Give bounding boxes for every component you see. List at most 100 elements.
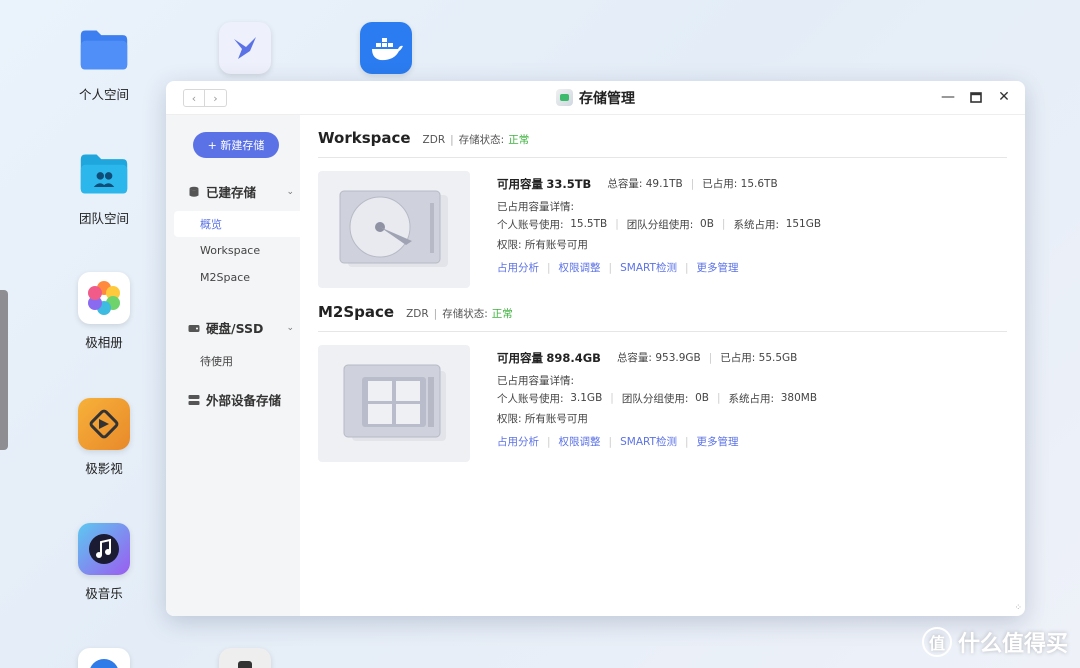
resize-handle-icon[interactable]: ⁘ — [1014, 603, 1022, 613]
team-label: 团队分组使用: — [621, 392, 689, 405]
desktop-icon-label: 个人空间 — [78, 87, 129, 102]
permission-adjust-link[interactable]: 权限调整 — [559, 434, 601, 449]
permission-row: 权限: 所有账号可用 — [497, 233, 821, 256]
window-controls: — ✕ — [941, 89, 1011, 105]
desktop-icon-personal-space[interactable]: 个人空间 — [64, 24, 144, 103]
desktop-icon-music[interactable]: 极音乐 — [64, 523, 144, 602]
chevron-down-icon: ⌄ — [286, 322, 294, 333]
personal-value: 15.5TB — [570, 218, 608, 230]
database-icon — [188, 186, 200, 198]
sidebar-item-unused[interactable]: 待使用 — [200, 353, 233, 369]
watermark-text: 什么值得买 — [957, 632, 1068, 657]
sidebar-group-external[interactable]: 外部设备存储 — [188, 390, 298, 409]
permission-label: 权限: — [497, 413, 522, 425]
volume-actions: 占用分析 | 权限调整 | SMART检测 | 更多管理 — [497, 260, 739, 275]
chevron-down-icon: ⌄ — [286, 186, 294, 197]
volume-info: 可用容量 33.5TB 总容量: 49.1TB | 已占用: 15.6TB 已占… — [497, 172, 821, 279]
team-label: 团队分组使用: — [626, 218, 694, 231]
new-storage-button[interactable]: + 新建存储 — [193, 132, 279, 158]
storage-manager-window: ‹ › 存储管理 — ✕ + 新建存储 已建存储 ⌄ 概览 Workspace … — [166, 81, 1025, 616]
desktop-scrollbar[interactable] — [0, 290, 8, 450]
desktop-icon-bird[interactable] — [205, 22, 285, 74]
more-manage-link[interactable]: 更多管理 — [697, 260, 739, 275]
storage-app-icon — [556, 89, 573, 106]
docker-icon — [360, 22, 412, 74]
globe-icon — [78, 648, 130, 668]
usage-detail-row: 个人账号使用: 15.5TB | 团队分组使用: 0B | 系统占用: 151G… — [497, 218, 822, 231]
detail-label: 已占用容量详情: — [497, 374, 575, 387]
avatar-icon — [219, 648, 271, 668]
permission-adjust-link[interactable]: 权限调整 — [559, 260, 601, 275]
permission-value: 所有账号可用 — [524, 239, 588, 251]
raid-type: ZDR — [406, 308, 429, 320]
window-title-text: 存储管理 — [579, 90, 635, 107]
desktop-icon-label: 极影视 — [85, 461, 123, 476]
external-storage-icon — [188, 394, 200, 406]
desktop-icon-video[interactable]: 极影视 — [64, 398, 144, 477]
volume-name: M2Space — [318, 303, 395, 321]
team-value: 0B — [695, 392, 709, 404]
available-label: 可用容量 — [497, 176, 543, 191]
usage-analysis-link[interactable]: 占用分析 — [497, 434, 539, 449]
volume-card-m2space: M2Space ZDR | 存储状态: 正常 可用容量 898.4GB 总容量:… — [318, 303, 1007, 475]
desktop-icon-label: 极音乐 — [85, 586, 123, 601]
more-manage-link[interactable]: 更多管理 — [697, 434, 739, 449]
status-label: 存储状态: — [458, 134, 505, 146]
detail-label: 已占用容量详情: — [497, 200, 575, 213]
permission-label: 权限: — [497, 239, 522, 251]
desktop-icon-team-space[interactable]: 团队空间 — [64, 148, 144, 227]
system-label: 系统占用: — [728, 392, 775, 405]
personal-value: 3.1GB — [570, 392, 603, 404]
main-content: Workspace ZDR | 存储状态: 正常 可用容量 33.5TB 总容量… — [300, 115, 1025, 616]
used-label: 已占用: — [720, 352, 756, 364]
sidebar-group-built-storage[interactable]: 已建存储 ⌄ — [188, 182, 298, 201]
ssd-icon — [318, 345, 470, 462]
back-button[interactable]: ‹ — [183, 89, 205, 107]
available-value: 33.5TB — [546, 176, 592, 191]
close-icon[interactable]: ✕ — [997, 89, 1011, 105]
desktop-icon-avatar[interactable] — [205, 648, 285, 668]
system-label: 系统占用: — [733, 218, 779, 231]
total-label: 总容量: — [616, 352, 652, 364]
status-label: 存储状态: — [442, 308, 488, 320]
desktop-icon-docker[interactable] — [346, 22, 426, 74]
desktop-icon-label: 团队空间 — [78, 211, 129, 226]
disk-icon — [188, 322, 200, 334]
smart-check-link[interactable]: SMART检测 — [620, 434, 677, 449]
volume-name: Workspace — [318, 129, 411, 147]
video-icon — [78, 398, 130, 450]
smart-check-link[interactable]: SMART检测 — [620, 260, 677, 275]
usage-analysis-link[interactable]: 占用分析 — [497, 260, 539, 275]
title-bar: ‹ › 存储管理 — ✕ — [166, 81, 1025, 115]
sidebar-item-overview[interactable]: 概览 — [174, 211, 300, 237]
volume-header: Workspace ZDR | 存储状态: 正常 — [318, 129, 1007, 158]
smzdm-logo-icon: 值 — [921, 627, 952, 657]
used-value: 15.6TB — [740, 177, 778, 190]
volume-actions: 占用分析 | 权限调整 | SMART检测 | 更多管理 — [497, 434, 739, 449]
maximize-icon[interactable] — [969, 89, 983, 105]
minimize-icon[interactable]: — — [941, 89, 955, 105]
permission-row: 权限: 所有账号可用 — [497, 407, 817, 430]
total-value: 953.9GB — [655, 351, 701, 364]
volume-meta: ZDR | 存储状态: 正常 — [422, 134, 530, 146]
volume-body: 可用容量 898.4GB 总容量: 953.9GB | 已占用: 55.5GB … — [318, 345, 1007, 475]
hdd-icon — [318, 171, 470, 288]
desktop-icon-photos[interactable]: 极相册 — [64, 272, 144, 351]
total-label: 总容量: — [607, 178, 643, 190]
sidebar-item-m2space[interactable]: M2Space — [200, 271, 250, 284]
sidebar-group-disk-ssd[interactable]: 硬盘/SSD ⌄ — [188, 318, 298, 337]
sidebar-group-label: 已建存储 — [206, 185, 257, 200]
forward-button[interactable]: › — [205, 89, 227, 107]
bird-icon — [219, 22, 271, 74]
status-badge: 正常 — [491, 308, 513, 320]
window-title: 存储管理 — [556, 88, 635, 108]
desktop-icon-label: 极相册 — [85, 335, 123, 350]
sidebar-item-workspace[interactable]: Workspace — [200, 244, 260, 257]
sidebar-group-label: 硬盘/SSD — [206, 321, 264, 336]
volume-info: 可用容量 898.4GB 总容量: 953.9GB | 已占用: 55.5GB … — [497, 346, 817, 453]
volume-body: 可用容量 33.5TB 总容量: 49.1TB | 已占用: 15.6TB 已占… — [318, 171, 1007, 301]
desktop-icon-browser[interactable] — [64, 648, 144, 668]
sidebar-group-label: 外部设备存储 — [206, 393, 282, 408]
used-label: 已占用: — [702, 178, 738, 190]
team-value: 0B — [700, 218, 714, 230]
